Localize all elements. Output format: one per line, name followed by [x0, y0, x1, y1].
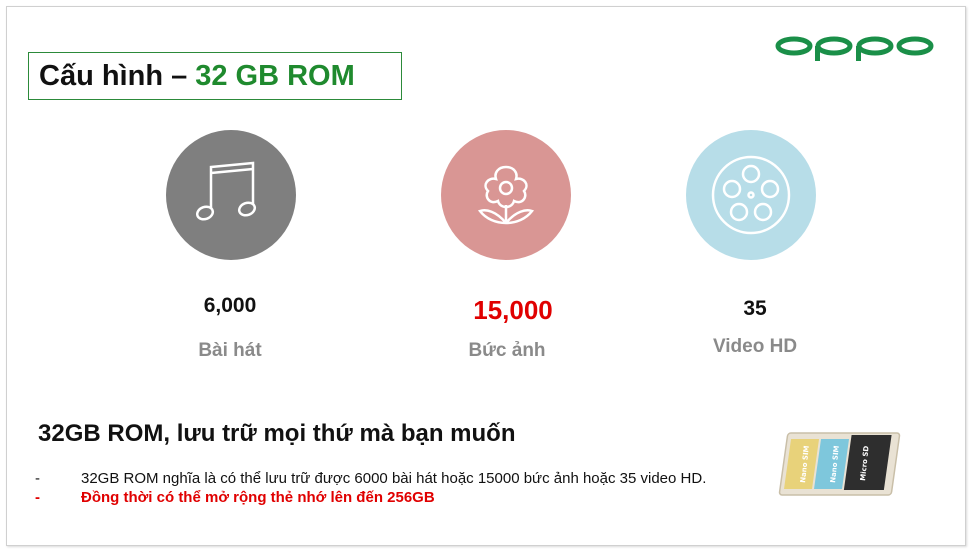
songs-count: 6,000 [203, 294, 257, 317]
bullet-item-highlight: - Đồng thời có thể mở rộng thẻ nhớ lên đ… [35, 489, 435, 506]
photos-count: 15,000 [473, 295, 553, 325]
slide: Cấu hình – 32 GB ROM 6,000 Bài hát 15,00… [6, 6, 966, 546]
photo-circle [441, 130, 571, 260]
photos-label: Bức ảnh [468, 340, 546, 361]
film-reel-icon [711, 155, 791, 235]
oppo-logo [774, 31, 936, 66]
bullet-marker: - [35, 470, 40, 487]
sim-tray-image: Nano SIM Nano SIM Micro SD [777, 425, 907, 505]
title-highlight: 32 GB ROM [195, 59, 355, 92]
section-heading: 32GB ROM, lưu trữ mọi thứ mà bạn muốn [38, 420, 516, 447]
songs-label: Bài hát [198, 340, 262, 361]
bullet-marker: - [35, 489, 40, 506]
video-circle [686, 130, 816, 260]
flower-icon [477, 165, 535, 225]
videos-label: Video HD [712, 336, 798, 357]
music-note-icon [195, 161, 257, 221]
bullet-item: - 32GB ROM nghĩa là có thể lưu trữ được … [35, 470, 706, 487]
slide-title: Cấu hình – 32 GB ROM [28, 52, 402, 100]
bullet-text: Đồng thời có thể mở rộng thẻ nhớ lên đến… [81, 489, 435, 506]
music-circle [166, 130, 296, 260]
videos-count: 35 [743, 297, 767, 320]
bullet-text: 32GB ROM nghĩa là có thể lưu trữ được 60… [81, 470, 707, 487]
title-prefix: Cấu hình – [39, 59, 188, 92]
